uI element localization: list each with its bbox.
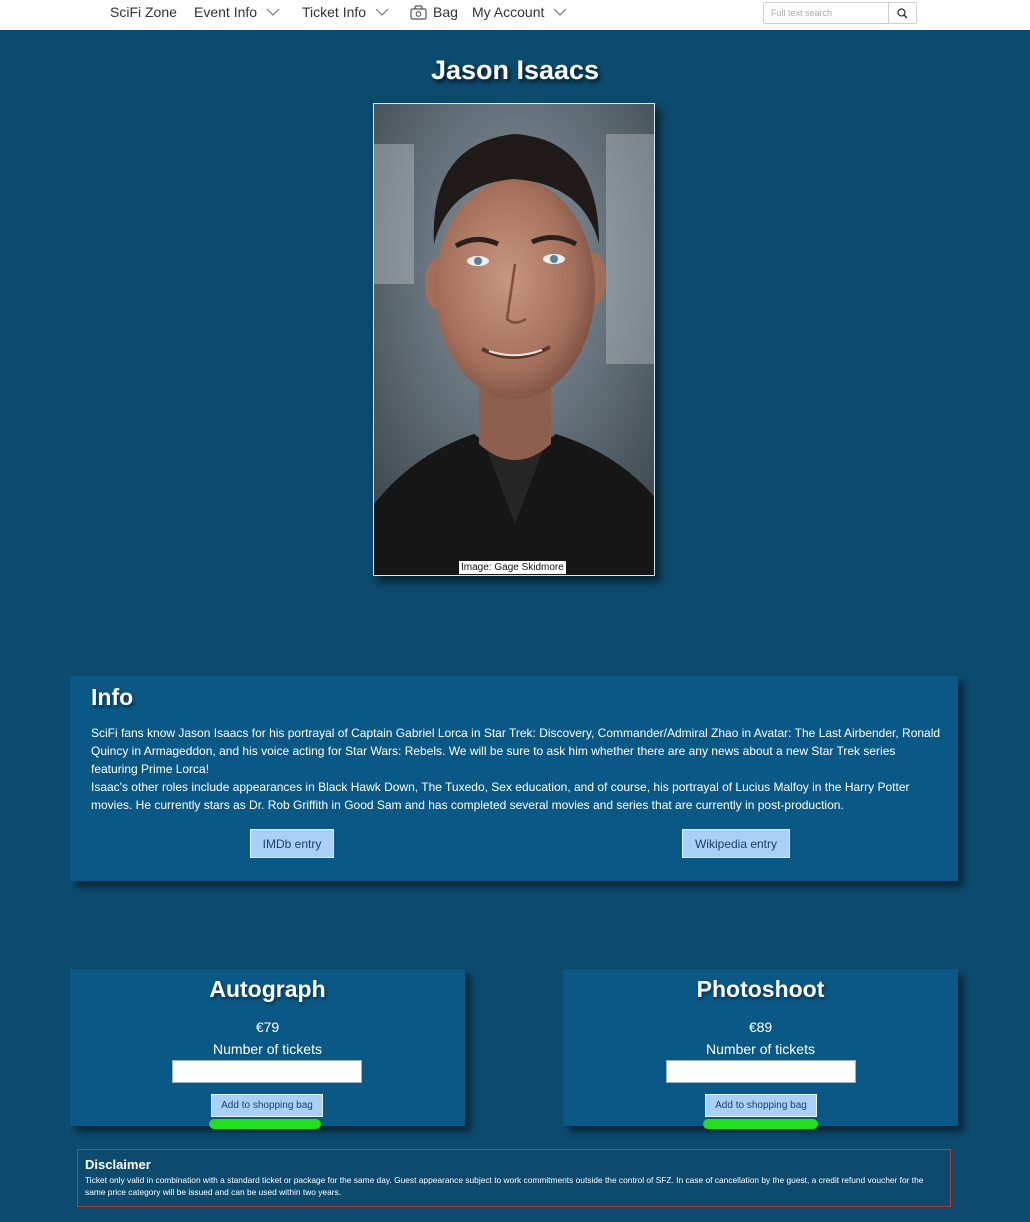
disclaimer-text: Ticket only valid in combination with a …: [85, 1175, 924, 1197]
nav-brand-link[interactable]: SciFi Zone: [110, 4, 177, 20]
disclaimer-title: Disclaimer: [85, 1157, 151, 1172]
nav-ticket-info-label: Ticket Info: [302, 4, 367, 20]
info-paragraph: SciFi fans know Jason Isaacs for his por…: [91, 726, 941, 776]
nav-brand-label: SciFi Zone: [110, 4, 177, 20]
chevron-down-icon: [266, 8, 280, 16]
top-navigation-bar: SciFi Zone Event Info Ticket Info Bag My…: [0, 0, 1030, 30]
ticket-quantity-input[interactable]: [172, 1060, 362, 1083]
page-title: Jason Isaacs: [430, 55, 600, 85]
ticket-price: €89: [748, 1019, 773, 1035]
wikipedia-entry-button[interactable]: Wikipedia entry: [682, 829, 790, 858]
ticket-quantity-label: Number of tickets: [706, 1041, 815, 1057]
info-card: Info SciFi fans know Jason Isaacs for hi…: [70, 676, 958, 881]
guest-portrait-image: Image: Gage Skidmore: [373, 103, 655, 576]
ticket-title: Autograph: [209, 976, 326, 1002]
ticket-title: Photoshoot: [696, 976, 825, 1002]
search-button[interactable]: [888, 3, 916, 23]
focus-highlight: [209, 1119, 321, 1129]
nav-bag-label: Bag: [433, 4, 458, 20]
nav-event-info-label: Event Info: [194, 4, 258, 20]
search-box: [763, 2, 917, 24]
search-icon: [897, 7, 908, 18]
nav-my-account-menu[interactable]: My Account: [472, 4, 568, 20]
portrait-illustration: [374, 104, 654, 575]
bag-icon: [410, 4, 427, 20]
info-description: SciFi fans know Jason Isaacs for his por…: [91, 724, 941, 814]
nav-event-info-menu[interactable]: Event Info: [194, 4, 281, 20]
focus-highlight: [703, 1119, 818, 1129]
info-paragraph: Isaac's other roles include appearances …: [91, 780, 910, 812]
photo-credit: Image: Gage Skidmore: [459, 561, 566, 574]
chevron-down-icon: [375, 8, 389, 16]
autograph-ticket-card: Autograph €79 Number of tickets Add to s…: [70, 969, 465, 1126]
photoshoot-ticket-card: Photoshoot €89 Number of tickets Add to …: [563, 969, 958, 1126]
nav-bag-link[interactable]: Bag: [410, 4, 458, 20]
add-to-bag-button[interactable]: Add to shopping bag: [705, 1094, 817, 1117]
add-to-bag-button[interactable]: Add to shopping bag: [211, 1094, 323, 1117]
search-input[interactable]: [764, 3, 888, 23]
chevron-down-icon: [553, 8, 567, 16]
ticket-quantity-input[interactable]: [666, 1060, 856, 1083]
ticket-quantity-label: Number of tickets: [213, 1041, 322, 1057]
nav-my-account-label: My Account: [472, 4, 545, 20]
ticket-price: €79: [255, 1019, 280, 1035]
imdb-entry-button[interactable]: IMDb entry: [250, 829, 334, 858]
disclaimer-box: Disclaimer Ticket only valid in combinat…: [77, 1149, 951, 1207]
nav-ticket-info-menu[interactable]: Ticket Info: [302, 4, 390, 20]
info-title: Info: [91, 684, 134, 710]
